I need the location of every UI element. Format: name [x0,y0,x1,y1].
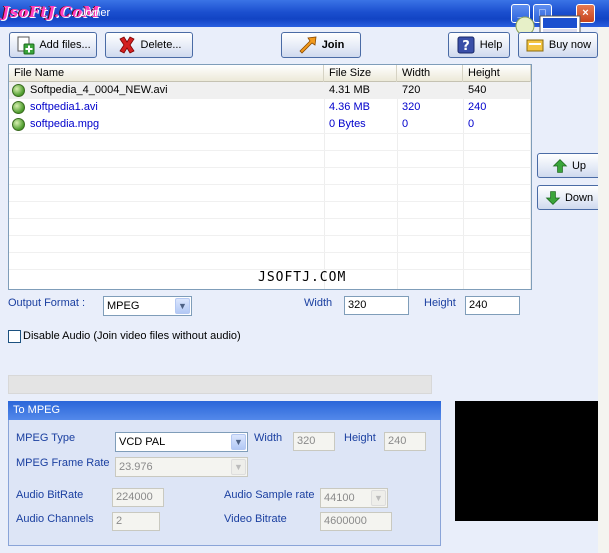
buy-now-label: Buy now [548,39,592,51]
row-file-size: 4.36 MB [329,101,370,113]
chevron-down-icon[interactable]: ▼ [231,459,246,475]
audio-sample-rate-select[interactable]: 44100 ▼ [320,488,388,508]
move-down-button[interactable]: Down [537,185,601,210]
help-label: Help [479,39,503,51]
row-width: 720 [402,84,421,96]
table-row[interactable]: softpedia1.avi 4.36 MB 320 240 [9,99,531,116]
video-file-icon [12,101,25,114]
video-file-icon [12,118,25,131]
file-list[interactable]: File Name File Size Width Height Softped… [8,64,532,290]
row-height: 540 [468,84,487,96]
add-file-icon [17,36,35,55]
row-height: 240 [468,101,487,113]
delete-button[interactable]: Delete... [105,32,193,58]
mpeg-width-label: Width [254,432,283,444]
row-file-name: softpedia.mpg [30,118,100,130]
add-files-button[interactable]: Add files... [9,32,97,58]
chevron-down-icon[interactable]: ▼ [175,298,190,314]
mpeg-type-label: MPEG Type [16,432,76,444]
output-format-label: Output Format : [8,297,86,309]
window-title: ... Joiner [68,7,111,19]
add-files-label: Add files... [39,39,91,51]
output-format-value: MPEG [107,300,140,312]
cart-icon [526,39,544,52]
mpeg-type-value: VCD PAL [119,436,166,448]
video-preview [455,401,600,521]
video-bitrate-label: Video Bitrate [224,513,287,525]
audio-sample-rate-value: 44100 [324,492,355,504]
window-scrollbar[interactable] [598,27,609,553]
row-file-size: 4.31 MB [329,84,370,96]
help-question-icon: ? [457,36,475,54]
row-height: 0 [468,118,475,130]
table-row[interactable]: softpedia.mpg 0 Bytes 0 0 [9,116,531,133]
video-bitrate-input[interactable]: 4600000 [320,512,392,531]
join-arrow-icon [299,36,317,54]
output-height-label: Height [424,297,456,309]
arrow-down-icon [545,190,561,205]
chevron-down-icon[interactable]: ▼ [231,434,246,450]
disable-audio-label: Disable Audio (Join video files without … [23,330,241,342]
audio-sample-rate-label: Audio Sample rate [224,489,315,501]
buy-now-button[interactable]: Buy now [518,32,598,58]
row-width: 320 [402,101,421,113]
move-up-label: Up [571,159,587,172]
disable-audio-checkbox[interactable] [8,330,21,343]
file-list-header: File Name File Size Width Height [9,65,531,82]
mpeg-height-label: Height [344,432,376,444]
audio-bitrate-label: Audio BitRate [16,489,84,501]
column-header-file-name[interactable]: File Name [9,65,324,82]
join-label: Join [321,39,345,51]
row-file-name: softpedia1.avi [30,101,98,113]
table-row[interactable]: Softpedia_4_0004_NEW.avi 4.31 MB 720 540 [9,82,531,99]
delete-label: Delete... [140,39,182,51]
row-file-size: 0 Bytes [329,118,366,130]
move-up-button[interactable]: Up [537,153,601,178]
row-width: 0 [402,118,409,130]
mpeg-panel-title: To MPEG [8,401,441,420]
output-width-input[interactable]: 320 [344,296,409,315]
audio-channels-label: Audio Channels [16,513,94,525]
frame-rate-select[interactable]: 23.976 ▼ [115,457,248,477]
output-height-input[interactable]: 240 [465,296,520,315]
column-header-width[interactable]: Width [397,65,463,82]
mpeg-width-input[interactable]: 320 [293,432,335,451]
column-header-height[interactable]: Height [463,65,531,82]
arrow-up-icon [552,158,568,173]
mpeg-height-input[interactable]: 240 [384,432,426,451]
column-header-file-size[interactable]: File Size [324,65,397,82]
row-file-name: Softpedia_4_0004_NEW.avi [30,84,168,96]
output-width-label: Width [304,297,333,309]
output-format-select[interactable]: MPEG ▼ [103,296,192,316]
mpeg-type-select[interactable]: VCD PAL ▼ [115,432,248,452]
video-file-icon [12,84,25,97]
delete-x-icon [118,36,135,54]
join-button[interactable]: Join [281,32,361,58]
list-watermark: JSOFTJ.COM [258,270,347,285]
move-down-label: Down [564,191,594,204]
svg-text:?: ? [462,39,470,54]
audio-channels-input[interactable]: 2 [112,512,160,531]
chevron-down-icon[interactable]: ▼ [371,490,386,506]
frame-rate-value: 23.976 [119,461,153,473]
frame-rate-label: MPEG Frame Rate [16,457,110,469]
audio-bitrate-input[interactable]: 224000 [112,488,164,507]
help-button[interactable]: ? Help [448,32,510,58]
progress-bar [8,375,432,394]
